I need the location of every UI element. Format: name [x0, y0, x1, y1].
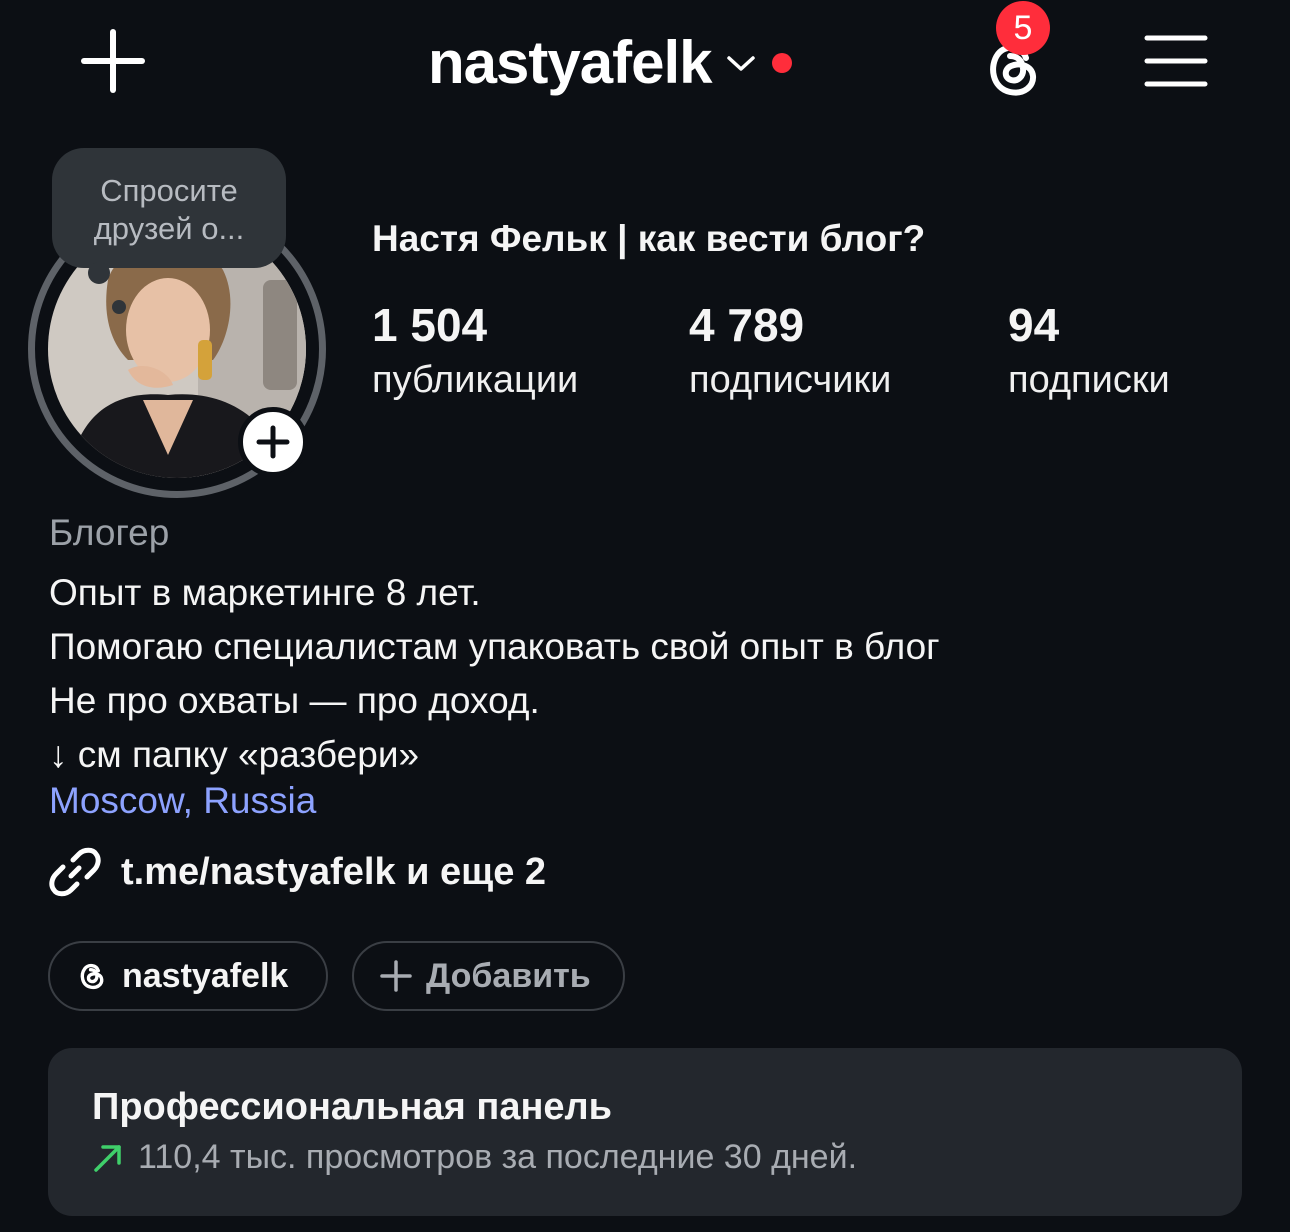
dashboard-title: Профессиональная панель: [92, 1086, 613, 1128]
unread-dot: [771, 53, 792, 73]
dashboard-summary: 110,4 тыс. просмотров за последние 30 дн…: [92, 1138, 857, 1177]
threads-icon: [80, 963, 104, 990]
menu-button[interactable]: [1144, 34, 1208, 88]
bio-line: Опыт в маркетинге 8 лет.: [49, 572, 481, 613]
account-switcher[interactable]: nastyafelk: [428, 28, 792, 98]
stat-value: 4 789: [689, 299, 805, 351]
note-bubble[interactable]: Спросите друзей о...: [52, 148, 286, 268]
plus-icon: [380, 960, 412, 992]
stat-label: публикации: [372, 359, 579, 401]
bio-line: ↓ см папку «разбери»: [49, 734, 420, 775]
dashboard-views-text: 110,4 тыс. просмотров за последние 30 дн…: [138, 1138, 858, 1176]
link-text: t.me/nastyafelk и еще 2: [121, 850, 547, 893]
username-title: nastyafelk: [428, 29, 712, 96]
external-link[interactable]: t.me/nastyafelk и еще 2: [49, 846, 546, 898]
add-story-button[interactable]: [238, 407, 308, 477]
bio-line: Помогаю специалистам упаковать свой опыт…: [49, 626, 940, 667]
stat-value: 1 504: [372, 299, 488, 351]
stat-posts[interactable]: 1 504 публикации: [372, 298, 578, 408]
plus-icon: [256, 425, 290, 459]
plus-icon: [81, 29, 145, 93]
hamburger-menu-icon: [1144, 35, 1208, 87]
chip-label: Добавить: [426, 956, 591, 995]
notification-badge: 5: [996, 1, 1050, 55]
stat-label: подписчики: [689, 359, 892, 401]
threads-profile-chip[interactable]: nastyafelk: [48, 941, 328, 1011]
bio-line: Не про охваты — про доход.: [49, 680, 540, 721]
profile-category: Блогер: [49, 512, 170, 553]
stat-following[interactable]: 94 подписки: [1008, 298, 1170, 408]
display-name: Настя Фельк | как вести блог?: [372, 218, 926, 259]
bio: Опыт в маркетинге 8 лет. Помогаю специал…: [49, 566, 940, 782]
note-bubble-tail-small: [112, 300, 126, 314]
stat-label: подписки: [1008, 359, 1170, 401]
chevron-down-icon: [726, 56, 755, 71]
add-chip-button[interactable]: Добавить: [352, 941, 625, 1011]
professional-dashboard-card[interactable]: [48, 1048, 1242, 1216]
note-bubble-tail: [88, 262, 110, 284]
stat-value: 94: [1008, 299, 1060, 351]
chip-label: nastyafelk: [122, 956, 289, 995]
location-link[interactable]: Moscow, Russia: [49, 780, 316, 822]
stat-followers[interactable]: 4 789 подписчики: [689, 298, 891, 408]
arrow-up-right-icon: [94, 1144, 121, 1172]
link-icon: [49, 847, 101, 897]
create-post-button[interactable]: [80, 28, 146, 94]
